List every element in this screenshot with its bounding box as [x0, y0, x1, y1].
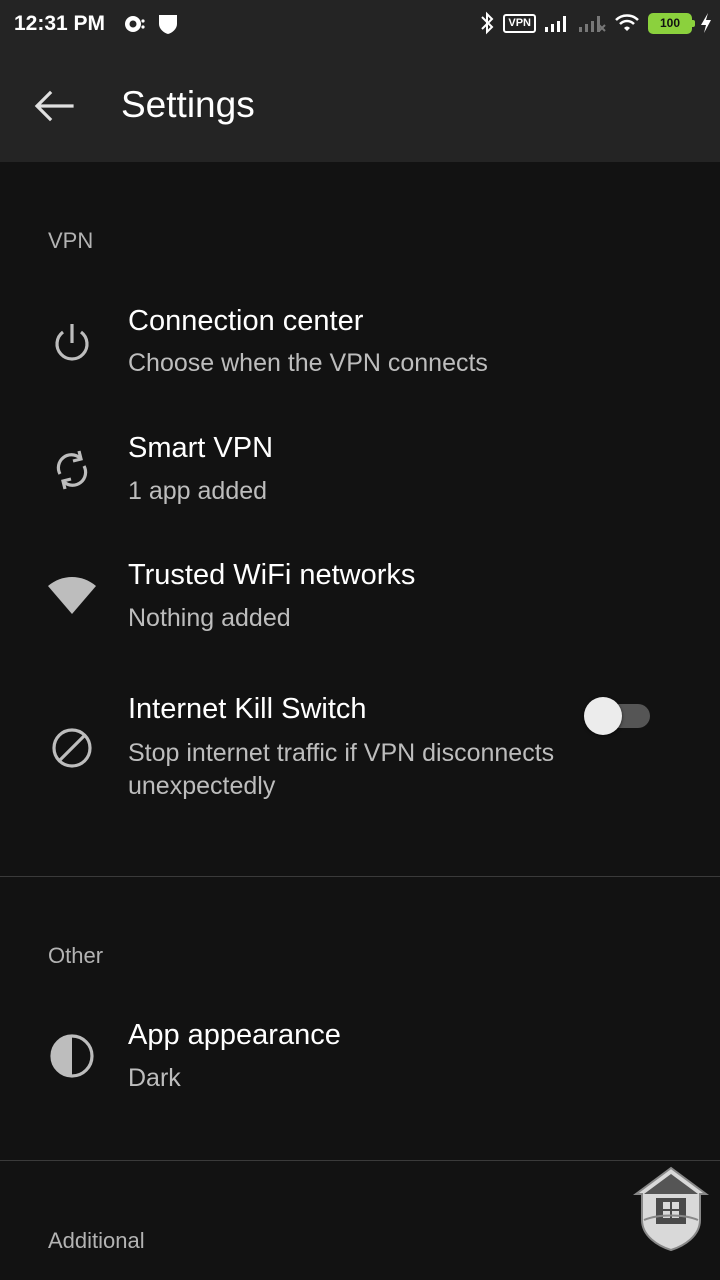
status-bar: 12:31 PM VPN 100 — [0, 0, 720, 50]
toggle-knob — [584, 697, 622, 735]
section-divider — [0, 876, 720, 877]
charging-icon — [701, 13, 711, 33]
setting-subtitle: Choose when the VPN connects — [128, 349, 488, 377]
contrast-icon — [50, 1034, 94, 1078]
power-icon — [55, 324, 89, 361]
cellular-signal-2-icon — [579, 16, 606, 32]
bluetooth-icon — [481, 11, 494, 35]
setting-connection-center[interactable]: Connection center Choose when the VPN co… — [0, 296, 720, 406]
page-title: Settings — [121, 84, 255, 125]
section-divider — [0, 1160, 720, 1161]
section-header-additional: Additional — [48, 1228, 145, 1253]
setting-trusted-wifi[interactable]: Trusted WiFi networks Nothing added — [0, 552, 720, 662]
notification-app-icon — [125, 16, 145, 32]
section-header-vpn: VPN — [48, 228, 94, 253]
setting-title: Connection center — [128, 305, 364, 337]
setting-title: App appearance — [128, 1019, 341, 1051]
wifi-icon — [48, 577, 96, 614]
arrow-left-icon — [34, 90, 74, 122]
wifi-status-icon — [615, 14, 639, 31]
setting-subtitle: 1 app added — [128, 477, 268, 505]
setting-smart-vpn[interactable]: Smart VPN 1 app added — [0, 424, 720, 534]
section-header-other: Other — [48, 943, 104, 968]
kill-switch-toggle[interactable] — [584, 692, 652, 735]
setting-title: Internet Kill Switch — [128, 693, 367, 725]
app-bar: Settings — [0, 50, 720, 162]
status-right-icons: VPN 100 — [479, 10, 712, 36]
back-button[interactable] — [30, 86, 82, 126]
setting-subtitle: Nothing added — [128, 604, 291, 632]
setting-subtitle: Dark — [128, 1064, 181, 1092]
status-left-icons — [122, 13, 178, 35]
setting-kill-switch[interactable]: Internet Kill Switch Stop internet traff… — [0, 686, 720, 816]
status-time: 12:31 PM — [14, 12, 106, 35]
setting-subtitle: Stop internet traffic if VPN disconnects… — [128, 739, 555, 800]
setting-app-appearance[interactable]: App appearance Dark — [0, 1010, 720, 1120]
shield-notification-icon — [159, 15, 177, 34]
watermark-logo — [632, 1166, 710, 1252]
battery-indicator: 100 — [648, 12, 695, 34]
setting-title: Smart VPN — [128, 432, 274, 464]
sync-icon — [56, 450, 88, 490]
vpn-status-badge: VPN — [503, 13, 536, 33]
setting-title: Trusted WiFi networks — [128, 559, 416, 591]
block-icon — [52, 728, 92, 768]
cellular-signal-icon — [545, 16, 566, 32]
